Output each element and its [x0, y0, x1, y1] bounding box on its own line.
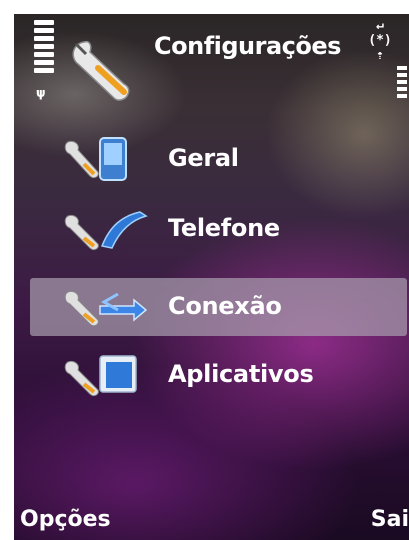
exit-softkey[interactable]: Sai	[371, 507, 409, 532]
bluetooth-icon: (*)	[368, 33, 392, 48]
menu-item-conexao[interactable]: Conexão	[30, 278, 407, 336]
settings-wrench-icon	[72, 40, 130, 101]
menu-item-label: Conexão	[168, 292, 282, 320]
menu-item-geral[interactable]: Geral	[30, 130, 407, 188]
antenna-icon: ψ	[36, 86, 46, 100]
connection-arrows-icon	[64, 291, 148, 327]
menu-item-aplicativos[interactable]: Aplicativos	[30, 346, 407, 404]
page-title: Configurações	[154, 32, 341, 60]
phone-device-icon	[64, 137, 127, 181]
menu-item-label: Geral	[168, 144, 239, 172]
return-arrow-icon: ↵	[376, 18, 384, 33]
telephone-handset-icon	[64, 211, 148, 251]
signal-strength-indicator	[34, 20, 54, 76]
battery-indicator	[397, 66, 407, 101]
applications-box-icon	[64, 355, 137, 397]
menu-item-label: Telefone	[168, 214, 280, 242]
options-softkey[interactable]: Opções	[20, 507, 111, 532]
menu-item-label: Aplicativos	[168, 360, 314, 388]
upload-icon: ⇡	[376, 48, 384, 63]
phone-screen: ψ Configurações ↵ (*) ⇡ Geral Telefone C…	[14, 14, 409, 540]
menu-item-telefone[interactable]: Telefone	[30, 200, 407, 258]
status-icons: ↵ (*) ⇡	[366, 18, 394, 78]
